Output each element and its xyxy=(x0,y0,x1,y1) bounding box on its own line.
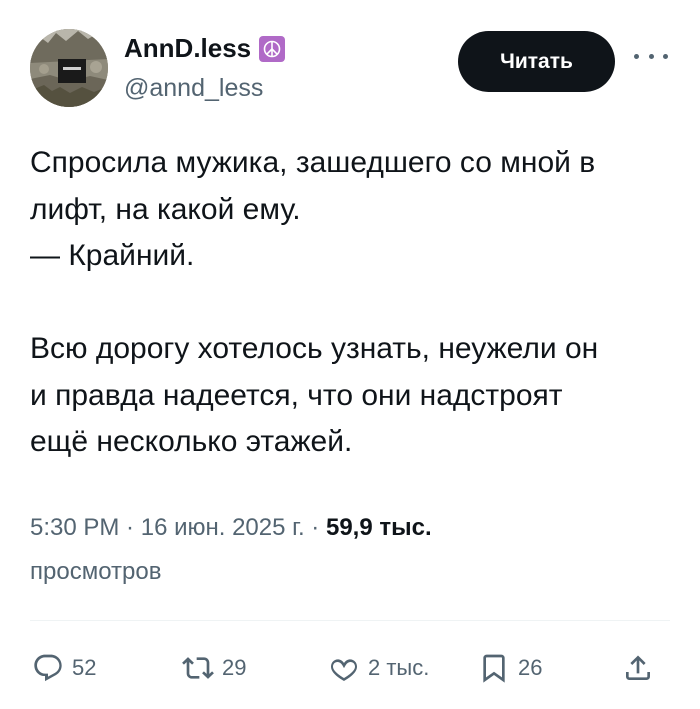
share-button[interactable] xyxy=(622,640,654,696)
repost-count: 29 xyxy=(222,655,247,680)
author-display-name[interactable]: AnnD.less xyxy=(124,33,286,64)
tweet-line: и правда надеется, что они надстроят xyxy=(30,378,563,412)
tweet-date[interactable]: 16 июн. 2025 г. xyxy=(141,514,305,541)
divider xyxy=(30,620,670,621)
tweet-line: ещё несколько этажей. xyxy=(30,425,353,458)
reply-button[interactable]: 52 xyxy=(32,640,96,696)
views-label: просмотров xyxy=(30,558,162,585)
tweet-line: Всю дорогу хотелось узнать, неужели он xyxy=(30,332,599,365)
tweet-line: — Крайний. xyxy=(30,239,195,272)
author-handle[interactable]: @annd_less xyxy=(124,74,263,103)
share-icon xyxy=(622,652,654,684)
tweet-time[interactable]: 5:30 PM xyxy=(30,514,119,541)
more-icon[interactable] xyxy=(634,46,668,66)
bookmark-icon xyxy=(478,652,510,684)
tweet-blank-line xyxy=(30,280,670,327)
tweet-text: Спросила мужика, зашедшего со мной в лиф… xyxy=(30,140,670,466)
follow-button[interactable]: Читать xyxy=(458,31,615,92)
more-dot xyxy=(634,53,639,59)
tweet-line: лифт, на какой ему. xyxy=(30,192,301,226)
reply-icon xyxy=(32,652,64,684)
meta-separator: · xyxy=(119,514,141,541)
views-count: 59,9 тыс. xyxy=(325,514,432,541)
like-count: 2 тыс. xyxy=(368,655,430,680)
action-bar: 52 29 2 тыс. 26 xyxy=(30,640,670,696)
more-dot xyxy=(663,53,668,59)
bookmark-count: 26 xyxy=(518,655,543,680)
repost-button[interactable]: 29 xyxy=(182,640,246,696)
author-name-text: AnnD.less xyxy=(124,33,252,63)
tweet-meta: 5:30 PM · 16 июн. 2025 г. · 59,9 тыс. про… xyxy=(30,506,670,594)
like-button[interactable]: 2 тыс. xyxy=(328,640,429,696)
repost-icon xyxy=(182,652,214,684)
bookmark-button[interactable]: 26 xyxy=(478,640,542,696)
peace-icon xyxy=(259,35,286,62)
heart-icon xyxy=(328,652,360,684)
more-dot xyxy=(648,53,654,59)
reply-count: 52 xyxy=(72,655,97,680)
meta-separator: · xyxy=(304,514,326,541)
tweet-line: Спросила мужика, зашедшего со мной в xyxy=(30,146,596,179)
avatar[interactable] xyxy=(30,29,108,107)
